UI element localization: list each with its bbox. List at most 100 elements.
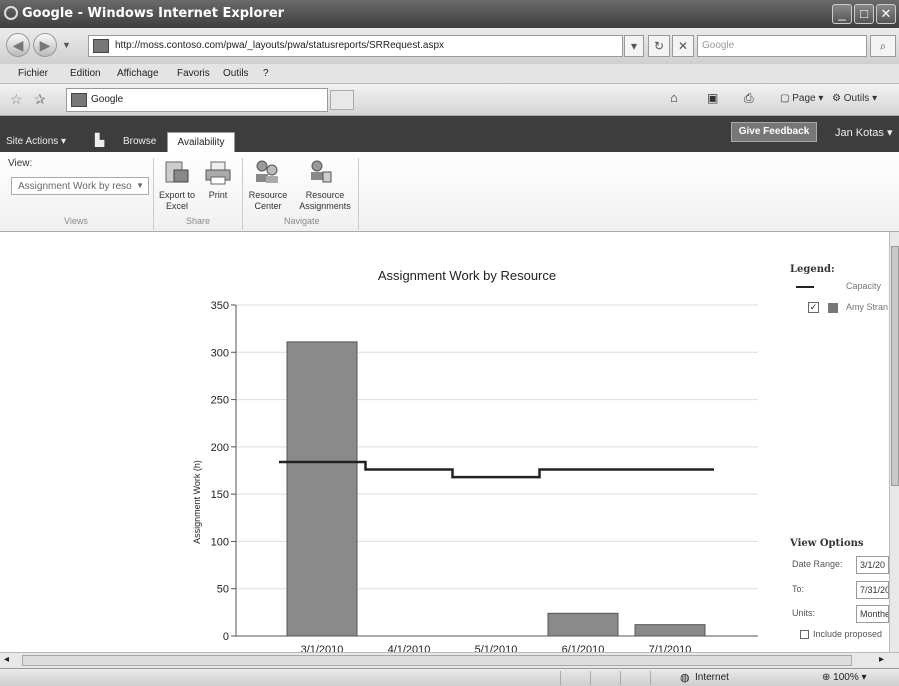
address-bar-row: ◀ ▶ ▼ http://moss.contoso.com/pwa/_layou… <box>0 28 899 64</box>
group-navigate-label: Navigate <box>284 216 320 226</box>
y-tick-label: 100 <box>211 536 229 548</box>
horizontal-scrollbar[interactable]: ◂ ▸ <box>0 652 899 668</box>
stop-button[interactable]: ✕ <box>672 35 694 57</box>
y-tick-label: 50 <box>217 584 229 596</box>
chart-title: Assignment Work by Resource <box>378 268 556 283</box>
horizontal-scroll-thumb[interactable] <box>22 655 852 666</box>
back-button[interactable]: ◀ <box>6 33 30 57</box>
minimize-button[interactable]: _ <box>832 4 852 24</box>
security-zone-label: Internet <box>695 672 729 683</box>
search-icon[interactable]: ⌕ <box>870 35 896 57</box>
menu-help[interactable]: ? <box>263 68 269 79</box>
scroll-right-icon[interactable]: ▸ <box>879 654 884 665</box>
bar <box>286 341 358 637</box>
units-select[interactable]: Monthe <box>856 605 889 623</box>
date-range-input[interactable]: 3/1/20 <box>856 556 889 574</box>
window-title-bar: Google - Windows Internet Explorer _ □ ✕ <box>0 0 899 28</box>
favorites-star-icon[interactable]: ☆ <box>10 91 23 108</box>
export-to-excel-button[interactable]: Export to Excel <box>157 190 197 212</box>
view-label: View: <box>8 158 33 169</box>
x-tick-label: 4/1/2010 <box>388 644 431 652</box>
group-views-label: Views <box>64 216 88 226</box>
print-button[interactable]: Print <box>203 190 233 201</box>
vertical-scroll-thumb[interactable] <box>891 246 899 486</box>
units-label: Units: <box>792 608 816 618</box>
refresh-button[interactable]: ↻ <box>648 35 670 57</box>
view-select[interactable]: Assignment Work by reso ▼ <box>11 177 149 195</box>
menu-bar: Fichier Edition Affichage Favoris Outils… <box>0 64 899 84</box>
chevron-down-icon: ▼ <box>136 181 144 190</box>
resource-center-icon <box>256 160 278 183</box>
x-tick-label: 3/1/2010 <box>301 644 344 652</box>
y-tick-label: 350 <box>211 300 229 312</box>
tab-browse[interactable]: Browse <box>123 136 156 147</box>
menu-affichage[interactable]: Affichage <box>117 68 159 79</box>
bar <box>547 612 619 637</box>
url-input[interactable]: http://moss.contoso.com/pwa/_layouts/pwa… <box>88 35 623 57</box>
add-favorite-icon[interactable]: ✰ <box>34 91 46 108</box>
to-label: To: <box>792 584 805 594</box>
export-excel-icon <box>165 161 189 183</box>
browser-tab[interactable]: Google <box>66 88 328 112</box>
legend-resource-label: Amy Stran <box>846 302 889 312</box>
page-menu[interactable]: ▢ Page ▾ <box>780 93 823 104</box>
feeds-icon[interactable]: ▣ <box>707 91 718 105</box>
capacity-swatch <box>796 286 814 288</box>
status-divider <box>650 671 651 685</box>
status-divider <box>590 671 591 685</box>
y-tick-label: 250 <box>211 395 229 407</box>
to-date-input[interactable]: 7/31/20 <box>856 581 889 599</box>
sharepoint-top-bar: Site Actions ▾ ▙ Browse Availability Giv… <box>0 116 899 152</box>
print-icon <box>205 161 231 185</box>
navigate-up-icon[interactable]: ▙ <box>95 133 104 147</box>
ribbon-separator <box>358 158 359 230</box>
site-favicon-icon <box>93 39 109 53</box>
status-bar: ◍ Internet ⊕ 100% ▾ <box>0 668 899 686</box>
assignment-work-chart: Assignment Work by Resource Assignment W… <box>192 268 758 652</box>
resource-assignments-button[interactable]: Resource Assignments <box>296 190 354 212</box>
legend-title: Legend: <box>790 264 835 275</box>
y-tick-label: 150 <box>211 489 229 501</box>
ie-logo-icon <box>4 6 18 20</box>
menu-edition[interactable]: Edition <box>70 68 101 79</box>
ribbon: View: Assignment Work by reso ▼ Views Ex… <box>0 152 899 232</box>
print-icon[interactable]: ⎙ <box>744 91 754 106</box>
ribbon-separator <box>242 158 243 230</box>
vertical-scrollbar[interactable] <box>889 232 899 652</box>
y-tick-label: 0 <box>223 631 229 643</box>
resource-checkbox[interactable]: ✓ <box>808 302 819 313</box>
resource-assignments-icon <box>311 160 332 183</box>
resource-center-button[interactable]: Resource Center <box>246 190 290 212</box>
url-dropdown-button[interactable]: ▾ <box>624 35 644 57</box>
include-proposed-label: Include proposed <box>813 629 883 639</box>
status-divider <box>620 671 621 685</box>
bar <box>634 624 706 637</box>
new-tab-button[interactable] <box>330 90 354 110</box>
internet-zone-icon: ◍ <box>680 672 690 684</box>
menu-fichier[interactable]: Fichier <box>18 68 48 79</box>
content-area: Assignment Work by Resource Assignment W… <box>0 232 889 652</box>
resource-swatch <box>828 303 838 313</box>
home-icon[interactable]: ⌂ <box>670 90 678 105</box>
site-actions-menu[interactable]: Site Actions ▾ <box>6 136 66 147</box>
status-divider <box>560 671 561 685</box>
zoom-level[interactable]: ⊕ 100% ▾ <box>822 672 867 683</box>
scroll-left-icon[interactable]: ◂ <box>4 654 9 665</box>
menu-outils[interactable]: Outils <box>223 68 249 79</box>
forward-button[interactable]: ▶ <box>33 33 57 57</box>
x-tick-label: 7/1/2010 <box>649 644 692 652</box>
x-tick-label: 5/1/2010 <box>475 644 518 652</box>
maximize-button[interactable]: □ <box>854 4 874 24</box>
recent-pages-dropdown-icon[interactable]: ▼ <box>62 40 71 50</box>
include-proposed-checkbox[interactable] <box>800 630 809 639</box>
search-input[interactable]: Google <box>697 35 867 57</box>
tab-favicon-icon <box>71 93 87 107</box>
x-tick-label: 6/1/2010 <box>562 644 605 652</box>
close-window-button[interactable]: ✕ <box>876 4 896 24</box>
tools-menu[interactable]: ⚙ Outils ▾ <box>832 93 877 104</box>
menu-favoris[interactable]: Favoris <box>177 68 210 79</box>
tab-availability[interactable]: Availability <box>167 132 235 152</box>
date-range-label: Date Range: <box>792 559 843 569</box>
user-menu[interactable]: Jan Kotas ▾ <box>835 126 893 139</box>
give-feedback-button[interactable]: Give Feedback <box>731 122 817 142</box>
